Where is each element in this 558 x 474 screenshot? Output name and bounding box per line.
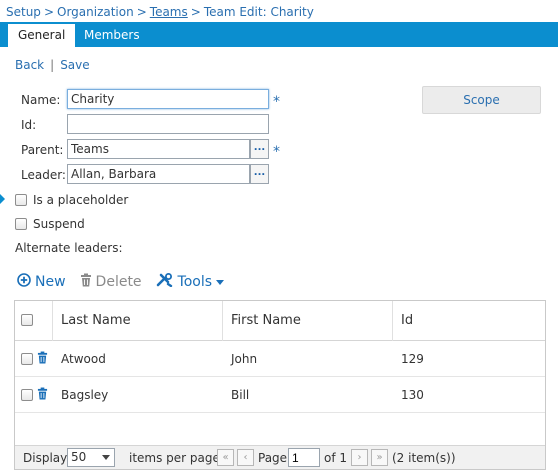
leader-field[interactable] [67, 164, 250, 184]
name-field[interactable] [67, 89, 269, 109]
scope-button[interactable]: Scope [422, 86, 541, 114]
trash-icon [80, 273, 92, 291]
parent-label: Parent: [21, 143, 64, 157]
prev-page-icon[interactable]: ‹ [237, 449, 254, 466]
column-divider [392, 301, 393, 341]
table-row[interactable]: Bagsley Bill 130 [15, 377, 545, 413]
id-label: Id: [21, 118, 37, 132]
back-link[interactable]: Back [15, 58, 44, 72]
suspend-checkbox[interactable] [15, 218, 27, 230]
trash-icon[interactable] [37, 351, 48, 367]
row-checkbox[interactable] [21, 353, 33, 365]
placeholder-checkbox[interactable] [15, 194, 27, 206]
caret-down-icon [216, 274, 225, 290]
delete-label: Delete [95, 274, 142, 290]
cell-first-name: John [231, 352, 258, 366]
select-all-checkbox[interactable] [21, 314, 33, 326]
grid-header: Last Name First Name Id [15, 301, 545, 341]
cell-first-name: Bill [231, 388, 250, 402]
breadcrumb-current: Team Edit: Charity [203, 5, 314, 19]
breadcrumb-teams[interactable]: Teams [150, 5, 188, 19]
suspend-label: Suspend [33, 217, 85, 231]
cell-id: 130 [401, 388, 424, 402]
cell-last-name: Atwood [61, 352, 106, 366]
breadcrumb-separator: > [190, 5, 201, 19]
suspend-option[interactable]: Suspend [15, 217, 85, 231]
row-checkbox[interactable] [21, 389, 33, 401]
breadcrumb-setup[interactable]: Setup [6, 5, 41, 19]
last-page-icon[interactable]: » [371, 449, 388, 466]
page-size-value: 50 [71, 450, 87, 464]
items-per-page-label: items per page [129, 451, 220, 465]
column-header-id[interactable]: Id [401, 301, 413, 341]
parent-field[interactable] [67, 139, 250, 159]
page-count-label: of 1 [324, 451, 348, 465]
first-page-icon[interactable]: « [217, 449, 234, 466]
tab-bar: General Members [0, 22, 558, 47]
leader-lookup-button[interactable]: ... [250, 164, 269, 184]
table-row[interactable]: Atwood John 129 [15, 341, 545, 377]
new-button[interactable]: New [17, 273, 66, 291]
alternate-leaders-label: Alternate leaders: [15, 241, 123, 255]
parent-required-mark: * [273, 144, 280, 160]
placeholder-label: Is a placeholder [33, 193, 129, 207]
row-marker-icon [0, 194, 5, 204]
action-links: Back | Save [15, 58, 90, 72]
breadcrumb-organization[interactable]: Organization [57, 5, 134, 19]
new-label: New [35, 274, 66, 290]
column-header-last-name[interactable]: Last Name [61, 301, 131, 341]
plus-circle-icon [17, 273, 31, 291]
tab-general[interactable]: General [8, 24, 76, 47]
id-field[interactable] [67, 114, 269, 134]
display-label: Display [23, 451, 68, 465]
grid-pager: Display 50 items per page « ‹ Page of 1 … [15, 445, 545, 469]
caret-down-icon [102, 455, 110, 460]
item-count-label: (2 item(s)) [392, 451, 456, 465]
tools-icon [156, 273, 174, 291]
leader-label: Leader: [21, 168, 66, 182]
column-header-first-name[interactable]: First Name [231, 301, 301, 341]
name-required-mark: * [273, 94, 280, 110]
cell-id: 129 [401, 352, 424, 366]
name-label: Name: [21, 93, 61, 107]
breadcrumb-separator: > [136, 5, 147, 19]
alternate-leaders-grid: Last Name First Name Id Atwood John 129 … [14, 300, 546, 470]
breadcrumb: Setup > Organization > Teams > Team Edit: Char… [6, 5, 314, 19]
tools-menu-button[interactable]: Tools [156, 273, 225, 291]
tools-label: Tools [177, 274, 213, 290]
tab-members[interactable]: Members [74, 24, 150, 47]
trash-icon[interactable] [37, 387, 48, 403]
column-divider [222, 301, 223, 341]
next-page-icon[interactable]: › [351, 449, 368, 466]
placeholder-option[interactable]: Is a placeholder [15, 193, 128, 207]
action-divider: | [50, 58, 55, 72]
page-number-input[interactable] [288, 448, 320, 467]
page-label: Page [258, 451, 288, 465]
delete-button[interactable]: Delete [80, 273, 142, 291]
page-size-select[interactable]: 50 [67, 448, 115, 467]
parent-lookup-button[interactable]: ... [250, 139, 269, 159]
save-link[interactable]: Save [60, 58, 89, 72]
breadcrumb-separator: > [43, 5, 54, 19]
column-divider [52, 301, 53, 341]
cell-last-name: Bagsley [61, 388, 109, 402]
grid-toolbar: New Delete Tools [17, 273, 238, 291]
